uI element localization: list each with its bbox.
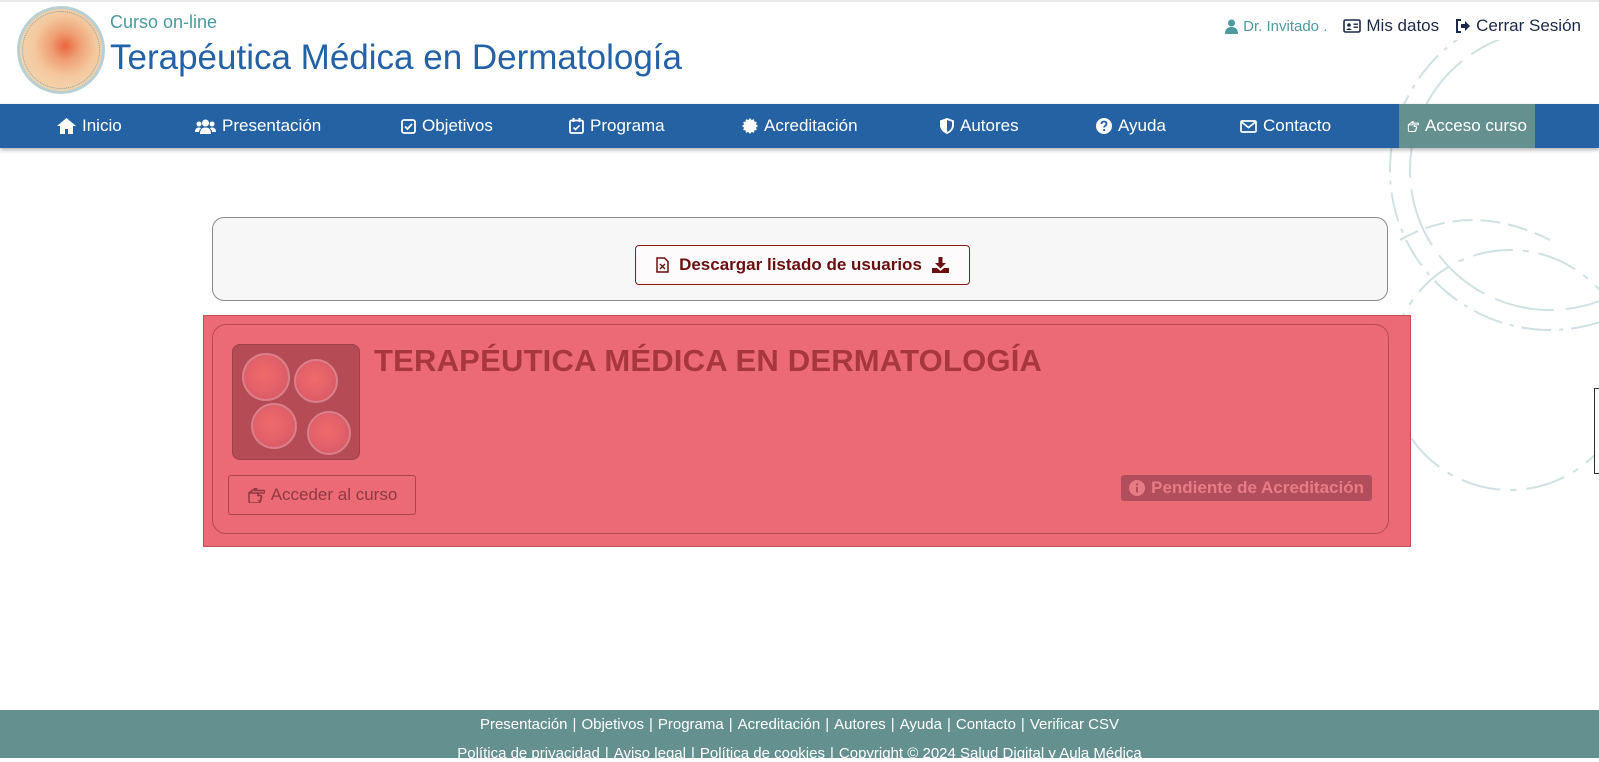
logo-ring: [22, 11, 100, 89]
nav-item-acreditacion[interactable]: Acreditación: [742, 104, 858, 148]
calendar-check-icon: [569, 118, 584, 134]
footer-link-privacy[interactable]: Política de privacidad: [457, 745, 600, 762]
download-icon: [931, 257, 949, 273]
user-name-label: Dr. Invitado .: [1243, 17, 1328, 35]
nav-label: Objetivos: [422, 116, 493, 135]
excel-file-icon: [656, 257, 669, 273]
my-data-link[interactable]: Mis datos: [1343, 16, 1439, 36]
my-data-label: Mis datos: [1366, 16, 1440, 35]
petri-dish: [294, 359, 338, 403]
footer-copyright: Copyright © 2024 Salud Digital y Aula Mé…: [838, 745, 1142, 762]
footer-link-verificar-csv[interactable]: Verificar CSV: [1030, 716, 1119, 733]
header-title[interactable]: Terapéutica Médica en Dermatología: [110, 38, 682, 78]
nav-item-acceso-curso[interactable]: Acceso curso: [1399, 104, 1535, 148]
petri-dish: [251, 403, 297, 449]
course-title: TERAPÉUTICA MÉDICA EN DERMATOLOGÍA: [374, 343, 1043, 378]
nav-label: Autores: [960, 116, 1019, 135]
petri-dish: [307, 411, 351, 455]
id-card-icon: [1343, 19, 1362, 33]
separator: |: [825, 716, 830, 733]
nav-item-inicio[interactable]: Inicio: [57, 104, 122, 148]
nav-label: Acreditación: [764, 116, 858, 135]
hand-pointer-icon: [1407, 120, 1419, 132]
header-subtitle: Curso on-line: [110, 12, 218, 32]
footer-link-contacto[interactable]: Contacto: [956, 716, 1016, 733]
nav-label: Ayuda: [1118, 116, 1166, 135]
nav-item-programa[interactable]: Programa: [569, 104, 665, 148]
nav-item-autores[interactable]: Autores: [940, 104, 1019, 148]
users-icon: [195, 119, 216, 134]
download-users-button[interactable]: Descargar listado de usuarios: [635, 245, 970, 285]
user-icon: [1225, 19, 1239, 34]
course-thumbnail[interactable]: [232, 344, 360, 460]
separator: |: [829, 745, 834, 762]
nav-label: Presentación: [222, 116, 322, 135]
nav-label: Acceso curso: [1424, 116, 1527, 135]
footer-links: Presentación | Objetivos | Programa | Acredita…: [0, 716, 1599, 733]
separator: |: [604, 745, 609, 762]
shield-icon: [940, 118, 954, 134]
top-border: [0, 0, 1599, 2]
nav-label: Inicio: [82, 116, 122, 135]
sign-out-icon: [1456, 19, 1471, 33]
envelope-icon: [1240, 119, 1257, 133]
status-badge: Pendiente de Acreditación: [1121, 475, 1372, 501]
separator: |: [728, 716, 733, 733]
separator: |: [890, 716, 895, 733]
footer-link-legal[interactable]: Aviso legal: [614, 745, 686, 762]
footer: Presentación | Objetivos | Programa | Acredita…: [0, 710, 1599, 762]
user-bar: Dr. Invitado . Mis datos Cerrar Sesión: [1225, 16, 1581, 36]
separator: |: [946, 716, 951, 733]
footer-link-presentacion[interactable]: Presentación: [480, 716, 568, 733]
footer-link-acreditacion[interactable]: Acreditación: [738, 716, 821, 733]
footer-link-ayuda[interactable]: Ayuda: [900, 716, 942, 733]
footer-legal: Política de privacidad | Aviso legal | Polít…: [0, 745, 1599, 762]
info-icon: [1129, 480, 1146, 496]
badge-icon: [742, 118, 758, 134]
nav-item-objetivos[interactable]: Objetivos: [401, 104, 493, 148]
logout-label: Cerrar Sesión: [1476, 16, 1581, 35]
home-icon: [57, 118, 76, 134]
download-users-label: Descargar listado de usuarios: [679, 255, 922, 274]
nav-item-presentacion[interactable]: Presentación: [195, 104, 321, 148]
footer-link-cookies[interactable]: Política de cookies: [700, 745, 825, 762]
separator: |: [648, 716, 653, 733]
nav-item-contacto[interactable]: Contacto: [1240, 104, 1331, 148]
logout-link[interactable]: Cerrar Sesión: [1455, 16, 1581, 36]
scroll-edge-widget[interactable]: [1594, 388, 1599, 474]
question-icon: [1096, 118, 1112, 134]
status-label: Pendiente de Acreditación: [1151, 478, 1364, 497]
petri-dish: [242, 353, 290, 401]
footer-link-objetivos[interactable]: Objetivos: [581, 716, 644, 733]
nav-label: Programa: [590, 116, 665, 135]
footer-link-programa[interactable]: Programa: [658, 716, 724, 733]
main-nav: Inicio Presentación Objetivos Programa A…: [0, 104, 1599, 148]
separator: |: [1020, 716, 1025, 733]
access-course-label: Acceder al curso: [270, 485, 398, 504]
checkbox-icon: [401, 118, 416, 134]
user-name: Dr. Invitado .: [1225, 18, 1327, 35]
separator: |: [572, 716, 577, 733]
nav-label: Contacto: [1263, 116, 1332, 135]
hand-pointer-icon: [247, 487, 265, 503]
nav-item-ayuda[interactable]: Ayuda: [1096, 104, 1166, 148]
footer-link-autores[interactable]: Autores: [834, 716, 886, 733]
access-course-button[interactable]: Acceder al curso: [228, 475, 416, 515]
separator: |: [691, 745, 695, 762]
